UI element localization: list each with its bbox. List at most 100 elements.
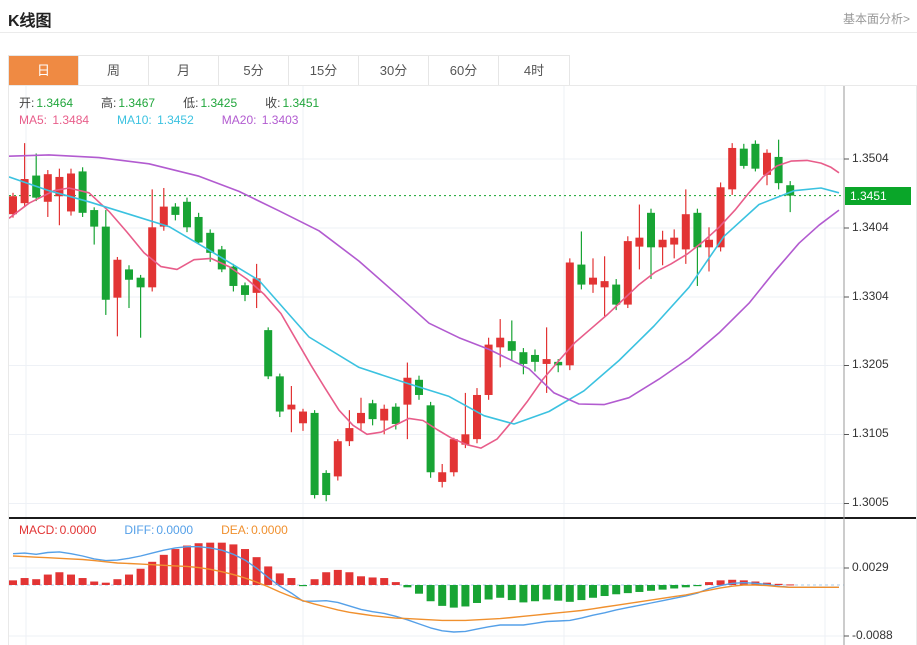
- candle-body: [751, 143, 760, 169]
- ma-item-2-value: 1.3403: [261, 113, 299, 127]
- macd-bar: [78, 578, 87, 585]
- tab-60分[interactable]: 60分: [429, 56, 499, 85]
- candle-body: [739, 148, 748, 166]
- macd-bar: [287, 578, 296, 585]
- ohlc-item-3-value: 1.3451: [282, 96, 320, 110]
- ma-line-MA20: [9, 154, 840, 406]
- ohlc-item-0-value: 1.3464: [36, 96, 74, 110]
- macd-item-0: MACD: 0.0000: [19, 523, 110, 537]
- macd-bar: [183, 545, 191, 585]
- macd-bar: [43, 574, 52, 585]
- candle-body: [774, 156, 783, 184]
- tab-4时[interactable]: 4时: [499, 56, 569, 85]
- macd-bar: [333, 569, 342, 585]
- ma-item-1-label: MA10:: [117, 113, 156, 127]
- pane-separator: [9, 517, 916, 519]
- macd-bar: [357, 576, 365, 585]
- candle-body: [565, 262, 574, 366]
- macd-bar: [519, 585, 528, 603]
- macd-item-2: DEA: 0.0000: [221, 523, 302, 537]
- macd-bar: [67, 574, 75, 585]
- macd-item-2-label: DEA:: [221, 523, 250, 537]
- macd-bar: [658, 585, 667, 590]
- candle-body: [647, 212, 655, 248]
- ma-legend: MA5: 1.3484 MA10: 1.3452 MA20: 1.3403: [19, 113, 326, 127]
- kline-chart-container[interactable]: 开: 1.3464 高: 1.3467 低: 1.3425 收: 1.3451 MA5: 1.…: [8, 85, 917, 645]
- macd-item-1-label: DIFF:: [124, 523, 155, 537]
- candle-body: [322, 472, 331, 496]
- candle-body: [299, 411, 307, 424]
- candle-body: [728, 147, 737, 190]
- candle-body: [171, 206, 180, 215]
- candle-body: [589, 277, 597, 285]
- macd-bar: [299, 585, 307, 587]
- macd-bar: [705, 582, 713, 585]
- candle-body: [705, 239, 713, 248]
- ohlc-item-2: 低: 1.3425: [183, 96, 251, 110]
- candle-body: [113, 259, 122, 298]
- macd-bar: [55, 572, 64, 585]
- ma-item-0: MA5: 1.3484: [19, 113, 103, 127]
- tab-30分[interactable]: 30分: [359, 56, 429, 85]
- macd-bar: [9, 580, 17, 585]
- candle-body: [357, 412, 365, 424]
- macd-bar: [496, 585, 505, 598]
- candle-body: [600, 281, 609, 288]
- current-price-badge: 1.3451: [845, 186, 911, 205]
- tab-15分[interactable]: 15分: [289, 56, 359, 85]
- macd-bar: [310, 579, 319, 585]
- candle-body: [693, 212, 702, 248]
- fundamental-analysis-link[interactable]: 基本面分析>: [843, 10, 910, 27]
- macd-bar: [345, 572, 354, 585]
- candle-body: [531, 354, 539, 362]
- price-tick-label: 1.3205: [852, 357, 889, 372]
- macd-bar: [473, 585, 481, 603]
- macd-bar: [565, 585, 574, 602]
- kline-chart-canvas[interactable]: [9, 86, 916, 645]
- page-title: K线图: [8, 13, 52, 30]
- ohlc-item-3-label: 收:: [265, 96, 281, 110]
- macd-bar: [403, 585, 412, 588]
- candle-body: [368, 403, 377, 420]
- candle-body: [670, 237, 679, 245]
- macd-bar: [229, 544, 238, 585]
- macd-bar: [322, 572, 331, 585]
- macd-bar: [136, 568, 145, 585]
- macd-bar: [484, 585, 493, 600]
- macd-bar: [507, 585, 516, 601]
- tab-月[interactable]: 月: [149, 56, 219, 85]
- ma-item-0-label: MA5:: [19, 113, 51, 127]
- macd-bar: [391, 582, 400, 585]
- tab-周[interactable]: 周: [79, 56, 149, 85]
- macd-bar: [531, 585, 539, 602]
- macd-bar: [716, 580, 725, 585]
- ohlc-legend: 开: 1.3464 高: 1.3467 低: 1.3425 收: 1.3451: [19, 94, 347, 111]
- macd-bar: [90, 581, 99, 585]
- tab-日[interactable]: 日: [9, 56, 79, 85]
- macd-bar: [577, 585, 586, 601]
- macd-bar: [171, 549, 180, 585]
- candle-body: [484, 344, 493, 395]
- macd-bar: [612, 585, 621, 595]
- candle-body: [183, 201, 191, 228]
- ohlc-item-2-label: 低:: [183, 96, 199, 110]
- macd-bar: [774, 583, 783, 585]
- candle-body: [449, 439, 458, 473]
- price-tick-label: 1.3504: [852, 151, 889, 165]
- macd-item-0-label: MACD:: [19, 523, 58, 537]
- candle-body: [380, 408, 389, 421]
- candle-body: [136, 277, 145, 288]
- candle-body: [507, 341, 516, 351]
- candle-body: [681, 214, 690, 250]
- price-tick-label: 1.3304: [852, 289, 889, 303]
- macd-bar: [635, 585, 644, 592]
- candle-body: [519, 352, 528, 364]
- macd-item-1-value: 0.0000: [156, 523, 194, 537]
- ma-item-2-label: MA20:: [221, 113, 260, 127]
- candle-body: [542, 359, 551, 364]
- macd-item-2-value: 0.0000: [251, 523, 288, 537]
- ohlc-item-1: 高: 1.3467: [101, 96, 169, 110]
- tab-5分[interactable]: 5分: [219, 56, 289, 85]
- macd-bar: [438, 585, 447, 606]
- ma-item-1-value: 1.3452: [157, 113, 194, 127]
